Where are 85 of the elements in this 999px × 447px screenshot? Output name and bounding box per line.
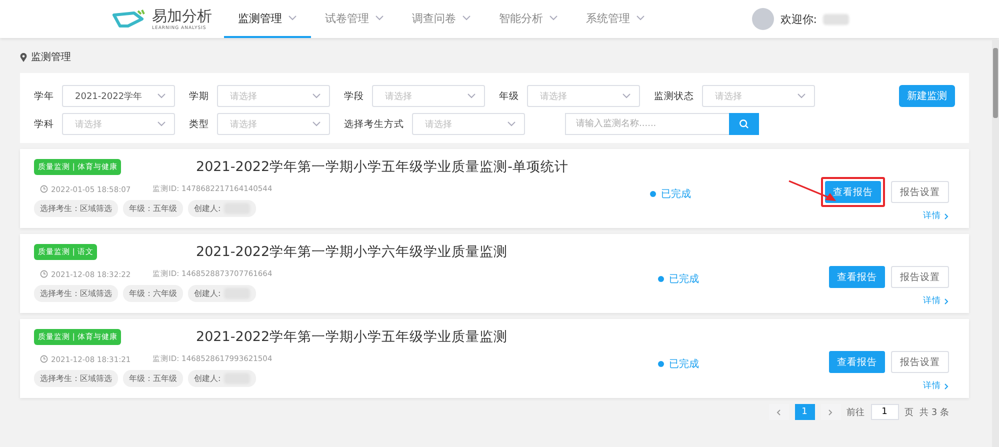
scrollbar-thumb[interactable] [993, 48, 998, 118]
breadcrumb[interactable]: 监测管理 [31, 50, 71, 64]
select-field[interactable]: 请选择 [527, 85, 640, 107]
avatar-icon[interactable] [752, 8, 774, 30]
select-field[interactable]: 请选择 [372, 85, 485, 107]
report-settings-button[interactable]: 报告设置 [891, 181, 949, 203]
nav-tab[interactable]: 监测管理 [224, 0, 311, 38]
monitor-title: 2021-2022学年第一学期小学五年级学业质量监测 [196, 328, 508, 346]
status-dot-icon [650, 191, 656, 197]
filter-label: 学科 [34, 118, 54, 130]
nav-tab[interactable]: 智能分析 [485, 0, 572, 38]
clock-icon [40, 270, 48, 278]
select-field[interactable]: 请选择 [217, 85, 330, 107]
clock-icon [40, 355, 48, 363]
chevron-down-icon [312, 121, 321, 127]
nav-tab[interactable]: 试卷管理 [311, 0, 398, 38]
total-count: 共 3 条 [920, 406, 949, 418]
filter-label: 年级 [499, 90, 519, 102]
filter-label: 监测状态 [654, 90, 694, 102]
info-chip: 年级：六年级 [123, 285, 183, 302]
monitor-title: 2021-2022学年第一学期小学六年级学业质量监测 [196, 243, 508, 261]
filter-label: 学期 [189, 90, 209, 102]
status-dot-icon [658, 276, 664, 282]
chevron-down-icon [157, 121, 166, 127]
search-icon [739, 119, 749, 129]
search-button[interactable] [729, 113, 759, 135]
chevron-right-icon [828, 408, 834, 416]
chevron-down-icon [288, 15, 297, 21]
details-link[interactable]: 详情 [923, 210, 949, 222]
location-pin-icon [20, 52, 27, 62]
filter-label: 类型 [189, 118, 209, 130]
page-unit: 页 [904, 406, 914, 418]
clock-icon [40, 185, 48, 193]
nav-tab[interactable]: 调查问卷 [398, 0, 485, 38]
view-report-button[interactable]: 查看报告 [829, 266, 885, 288]
filter-label: 选择考生方式 [344, 118, 404, 130]
nav-tab[interactable]: 系统管理 [572, 0, 659, 38]
chevron-right-icon [944, 298, 949, 304]
info-chip: 年级：五年级 [123, 370, 183, 387]
chevron-down-icon [636, 15, 645, 21]
view-report-button[interactable]: 查看报告 [825, 181, 881, 203]
search-field[interactable]: 请输入监测名称...... [565, 113, 729, 135]
status-text: 已完成 [661, 188, 691, 201]
welcome-text: 欢迎你: [780, 12, 817, 26]
new-monitor-button[interactable]: 新建监测 [899, 85, 955, 107]
filter-label: 学年 [34, 90, 54, 102]
info-chip: 年级：五年级 [123, 200, 183, 217]
details-link[interactable]: 详情 [923, 295, 949, 307]
select-field[interactable]: 请选择 [217, 113, 330, 135]
status-dot-icon [658, 361, 664, 367]
status-text: 已完成 [669, 272, 699, 286]
info-chip: 选择考生：区域筛选 [34, 200, 118, 217]
filter-label: 学段 [344, 90, 364, 102]
chevron-down-icon [462, 15, 471, 21]
page-input[interactable]: 1 [870, 404, 899, 420]
info-chip: 创建人: [188, 370, 256, 387]
info-chip: 选择考生：区域筛选 [34, 285, 118, 302]
chevron-down-icon [375, 15, 384, 21]
chevron-right-icon [944, 212, 949, 220]
chevron-down-icon [549, 15, 558, 21]
info-chip: 创建人: [188, 200, 256, 217]
chevron-down-icon [797, 93, 806, 99]
chevron-down-icon [622, 93, 631, 99]
status-text: 已完成 [669, 358, 699, 371]
chevron-down-icon [312, 93, 321, 99]
view-report-button[interactable]: 查看报告 [829, 351, 885, 373]
select-field[interactable]: 请选择 [702, 85, 815, 107]
page-button[interactable]: 1 [794, 404, 815, 420]
monitor-title: 2021-2022学年第一学期小学五年级学业质量监测-单项统计 [196, 158, 568, 176]
goto-label: 前往 [846, 406, 865, 418]
report-settings-button[interactable]: 报告设置 [891, 351, 949, 373]
chevron-down-icon [467, 93, 476, 99]
select-field[interactable]: 请选择 [412, 113, 525, 135]
select-field[interactable]: 请选择 [62, 113, 175, 135]
info-chip: 创建人: [188, 285, 256, 302]
logo-text: 易加分析 [152, 7, 212, 26]
chevron-right-icon [944, 382, 949, 390]
blurred-username [823, 14, 849, 24]
report-settings-button[interactable]: 报告设置 [891, 266, 949, 288]
chevron-down-icon [507, 121, 516, 127]
chevron-down-icon [157, 93, 166, 99]
info-chip: 选择考生：区域筛选 [34, 370, 118, 387]
select-field[interactable]: 2021-2022学年 [62, 85, 175, 107]
details-link[interactable]: 详情 [923, 380, 949, 392]
chevron-left-icon [776, 408, 782, 416]
